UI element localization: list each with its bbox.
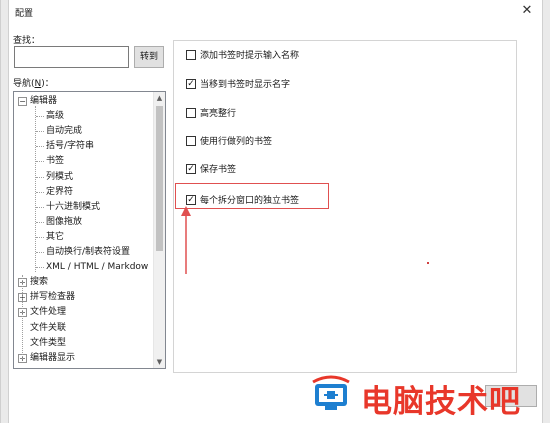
watermark-text: 电脑技术吧	[361, 384, 521, 420]
tree-scrollbar[interactable]: ▲ ▼	[153, 92, 165, 368]
tree-connector	[36, 236, 44, 238]
tree-connector	[36, 146, 44, 148]
checkbox-unchecked-icon[interactable]	[186, 107, 196, 118]
tree-connector	[36, 191, 44, 193]
tree-item[interactable]: 书签	[36, 154, 65, 169]
option-label: 当移到书签时显示名字	[200, 80, 291, 90]
tree-item-label: XML / HTML / Markdow	[46, 262, 149, 273]
tree-item[interactable]: 列模式	[36, 170, 74, 185]
tree-item[interactable]: 十六进制模式	[36, 200, 101, 215]
tree-item[interactable]: 自动换行/制表符设置	[36, 245, 131, 260]
tree-item[interactable]: 定界符	[36, 185, 74, 200]
option-checkbox-row[interactable]: 添加书签时提示输入名称	[186, 49, 300, 64]
red-speck	[427, 262, 429, 264]
checkbox-unchecked-icon[interactable]	[186, 49, 196, 60]
close-icon: ✕	[521, 3, 533, 18]
option-label: 使用行做列的书签	[200, 137, 273, 147]
tree-content: − 编辑器高级自动完成括号/字符串 书签列模式定界符十六进制模式 图像拖放其它自动换行…	[14, 92, 154, 368]
scroll-up-icon[interactable]: ▲	[154, 92, 165, 104]
tree-item-label: 自动换行/制表符设置	[46, 247, 131, 257]
scroll-thumb[interactable]	[156, 106, 163, 251]
tree-item-label: 编辑器	[30, 96, 58, 106]
config-dialog: 配置 ✕ 查找： 转到 导航(N)： − 编辑器高级自动完成括号/字符串 书签列模式…	[0, 0, 550, 423]
tree-connector	[36, 206, 44, 208]
tree-connector	[36, 252, 44, 253]
nav-tree[interactable]: − 编辑器高级自动完成括号/字符串 书签列模式定界符十六进制模式 图像拖放其它自动换行…	[13, 91, 166, 369]
option-checkbox-row[interactable]: 高亮整行	[186, 107, 237, 122]
window-title: 配置	[15, 9, 34, 19]
option-label: 添加书签时提示输入名称	[200, 51, 300, 61]
tree-item[interactable]: 自动完成	[36, 124, 83, 139]
tree-item[interactable]: + 文件处理	[18, 305, 67, 320]
tree-item[interactable]: + 拼写检查器	[18, 290, 76, 305]
tree-item-label: 其它	[46, 231, 65, 242]
goto-button[interactable]: 转到	[134, 46, 164, 68]
tree-item-label: 十六进制模式	[46, 201, 101, 212]
watermark: 电脑技术吧	[307, 372, 547, 420]
monitor-logo-icon	[312, 375, 350, 410]
tree-item-label: 搜索	[30, 277, 49, 288]
checkbox-checked-icon[interactable]: ✓	[186, 163, 196, 174]
tree-item[interactable]: + 编辑器显示	[18, 351, 76, 366]
tree-connector	[36, 221, 44, 223]
highlight-annotation	[175, 183, 329, 209]
tree-item-label: 高级	[46, 111, 65, 122]
tree-item[interactable]: 其它	[36, 230, 65, 245]
tree-connector	[36, 131, 44, 133]
find-label: 查找：	[13, 36, 41, 46]
option-checkbox-row[interactable]: ✓ 保存书签	[186, 163, 237, 178]
tree-item[interactable]: 括号/字符串	[36, 139, 95, 154]
tree-connector	[36, 267, 44, 269]
tree-item-label: 列模式	[46, 171, 74, 182]
right-window-edge	[542, 0, 550, 423]
option-label: 高亮整行	[200, 109, 237, 119]
tree-item[interactable]: 高级	[36, 109, 65, 124]
find-input[interactable]	[14, 46, 129, 68]
left-window-edge	[1, 0, 9, 423]
option-checkbox-row[interactable]: ✓ 当移到书签时显示名字	[186, 78, 291, 93]
tree-item-label: 自动完成	[46, 126, 83, 137]
tree-item[interactable]: + 搜索	[18, 275, 49, 290]
tree-item[interactable]: 图像拖放	[36, 215, 83, 230]
tree-item-label: 文件处理	[30, 307, 67, 318]
tree-item-label: 括号/字符串	[46, 141, 95, 152]
tree-item-label: 拼写检查器	[30, 292, 76, 303]
tree-item-label: 定界符	[46, 186, 74, 197]
close-button[interactable]: ✕	[517, 1, 537, 21]
tree-item-label: 图像拖放	[46, 216, 83, 227]
tree-connector	[22, 275, 23, 359]
checkbox-unchecked-icon[interactable]	[186, 135, 196, 146]
tree-item[interactable]: 文件类型	[30, 336, 66, 351]
annotation-arrow-icon	[181, 206, 191, 274]
tree-connector	[36, 116, 44, 118]
tree-item-label: 编辑器显示	[30, 352, 76, 363]
nav-label: 导航(N)：	[13, 79, 54, 89]
collapse-icon[interactable]: −	[18, 97, 27, 106]
title-bar: 配置 ✕	[9, 0, 543, 22]
tree-connector	[36, 161, 44, 163]
tree-item[interactable]: XML / HTML / Markdow	[36, 260, 149, 275]
option-checkbox-row[interactable]: 使用行做列的书签	[186, 135, 273, 150]
tree-item-label: 文件类型	[30, 337, 67, 348]
scroll-down-icon[interactable]: ▼	[154, 356, 165, 368]
tree-item-label: 书签	[46, 156, 65, 167]
tree-item[interactable]: 文件关联	[30, 321, 66, 336]
tree-item-label: 文件关联	[30, 322, 67, 333]
checkbox-checked-icon[interactable]: ✓	[186, 78, 196, 89]
tree-connector	[35, 106, 36, 273]
option-label: 保存书签	[200, 165, 237, 175]
tree-connector	[36, 176, 44, 178]
